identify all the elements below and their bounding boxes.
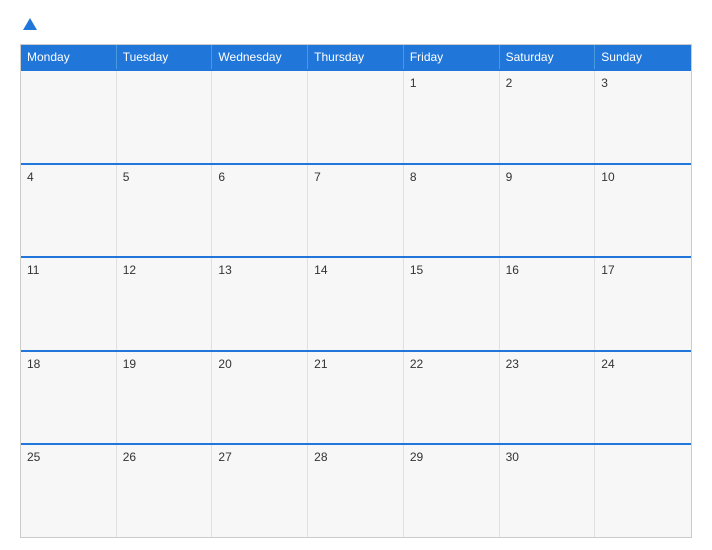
- weekday-header: Wednesday: [212, 45, 308, 69]
- calendar-cell: 2: [500, 71, 596, 163]
- calendar-body: 1234567891011121314151617181920212223242…: [21, 69, 691, 537]
- day-number: 30: [506, 450, 589, 464]
- calendar-grid: MondayTuesdayWednesdayThursdayFridaySatu…: [20, 44, 692, 538]
- day-number: 11: [27, 263, 110, 277]
- weekday-header: Saturday: [500, 45, 596, 69]
- calendar-cell: [212, 71, 308, 163]
- day-number: 4: [27, 170, 110, 184]
- calendar-cell: 22: [404, 352, 500, 444]
- calendar-cell: 23: [500, 352, 596, 444]
- calendar-cell: 27: [212, 445, 308, 537]
- calendar-cell: 6: [212, 165, 308, 257]
- day-number: 18: [27, 357, 110, 371]
- calendar-cell: 25: [21, 445, 117, 537]
- calendar-cell: [595, 445, 691, 537]
- calendar-cell: [21, 71, 117, 163]
- calendar-week: 456789 10: [21, 163, 691, 257]
- calendar-cell: 11: [21, 258, 117, 350]
- day-number: 9: [506, 170, 589, 184]
- calendar-cell: 13: [212, 258, 308, 350]
- calendar-cell: 16: [500, 258, 596, 350]
- day-number: 2: [506, 76, 589, 90]
- day-number: 27: [218, 450, 301, 464]
- day-number: 26: [123, 450, 206, 464]
- day-number: 16: [506, 263, 589, 277]
- calendar-cell: 20: [212, 352, 308, 444]
- day-number: 3: [601, 76, 685, 90]
- day-number: 19: [123, 357, 206, 371]
- calendar-cell: 15: [404, 258, 500, 350]
- calendar-cell: 18: [21, 352, 117, 444]
- calendar-cell: [117, 71, 213, 163]
- calendar-cell: 29: [404, 445, 500, 537]
- day-number: 28: [314, 450, 397, 464]
- logo: [20, 16, 40, 34]
- calendar-cell: 3: [595, 71, 691, 163]
- calendar-cell: 21: [308, 352, 404, 444]
- calendar-cell: 26: [117, 445, 213, 537]
- day-number: 10: [601, 170, 685, 184]
- weekday-header: Tuesday: [117, 45, 213, 69]
- day-number: 21: [314, 357, 397, 371]
- day-number: 13: [218, 263, 301, 277]
- day-number: 17: [601, 263, 685, 277]
- weekday-header: Friday: [404, 45, 500, 69]
- weekday-header: Sunday: [595, 45, 691, 69]
- calendar-cell: 1: [404, 71, 500, 163]
- calendar-cell: 28: [308, 445, 404, 537]
- day-number: 6: [218, 170, 301, 184]
- calendar-cell: 24: [595, 352, 691, 444]
- calendar-week: 11 12 13 14 15 16 17: [21, 256, 691, 350]
- calendar-cell: 14: [308, 258, 404, 350]
- day-number: 7: [314, 170, 397, 184]
- weekday-header: Monday: [21, 45, 117, 69]
- weekday-header: Thursday: [308, 45, 404, 69]
- calendar-cell: [308, 71, 404, 163]
- calendar-page: MondayTuesdayWednesdayThursdayFridaySatu…: [0, 0, 712, 550]
- calendar-cell: 9: [500, 165, 596, 257]
- calendar-cell: 10: [595, 165, 691, 257]
- calendar-cell: 19: [117, 352, 213, 444]
- calendar-cell: 8: [404, 165, 500, 257]
- calendar-week: 25 26 27 28 29 30: [21, 443, 691, 537]
- day-number: 12: [123, 263, 206, 277]
- day-number: 8: [410, 170, 493, 184]
- logo-icon: [21, 16, 39, 34]
- calendar-week: 123: [21, 69, 691, 163]
- calendar-header: MondayTuesdayWednesdayThursdayFridaySatu…: [21, 45, 691, 69]
- calendar-week: 18 19 20 21 22 23 24: [21, 350, 691, 444]
- calendar-cell: 12: [117, 258, 213, 350]
- day-number: 23: [506, 357, 589, 371]
- day-number: 29: [410, 450, 493, 464]
- calendar-cell: 5: [117, 165, 213, 257]
- calendar-cell: 30: [500, 445, 596, 537]
- calendar-cell: 17: [595, 258, 691, 350]
- day-number: 1: [410, 76, 493, 90]
- day-number: 5: [123, 170, 206, 184]
- day-number: 15: [410, 263, 493, 277]
- day-number: 20: [218, 357, 301, 371]
- calendar-cell: 4: [21, 165, 117, 257]
- day-number: 24: [601, 357, 685, 371]
- calendar-cell: 7: [308, 165, 404, 257]
- day-number: 25: [27, 450, 110, 464]
- day-number: 14: [314, 263, 397, 277]
- day-number: 22: [410, 357, 493, 371]
- page-header: [20, 16, 692, 34]
